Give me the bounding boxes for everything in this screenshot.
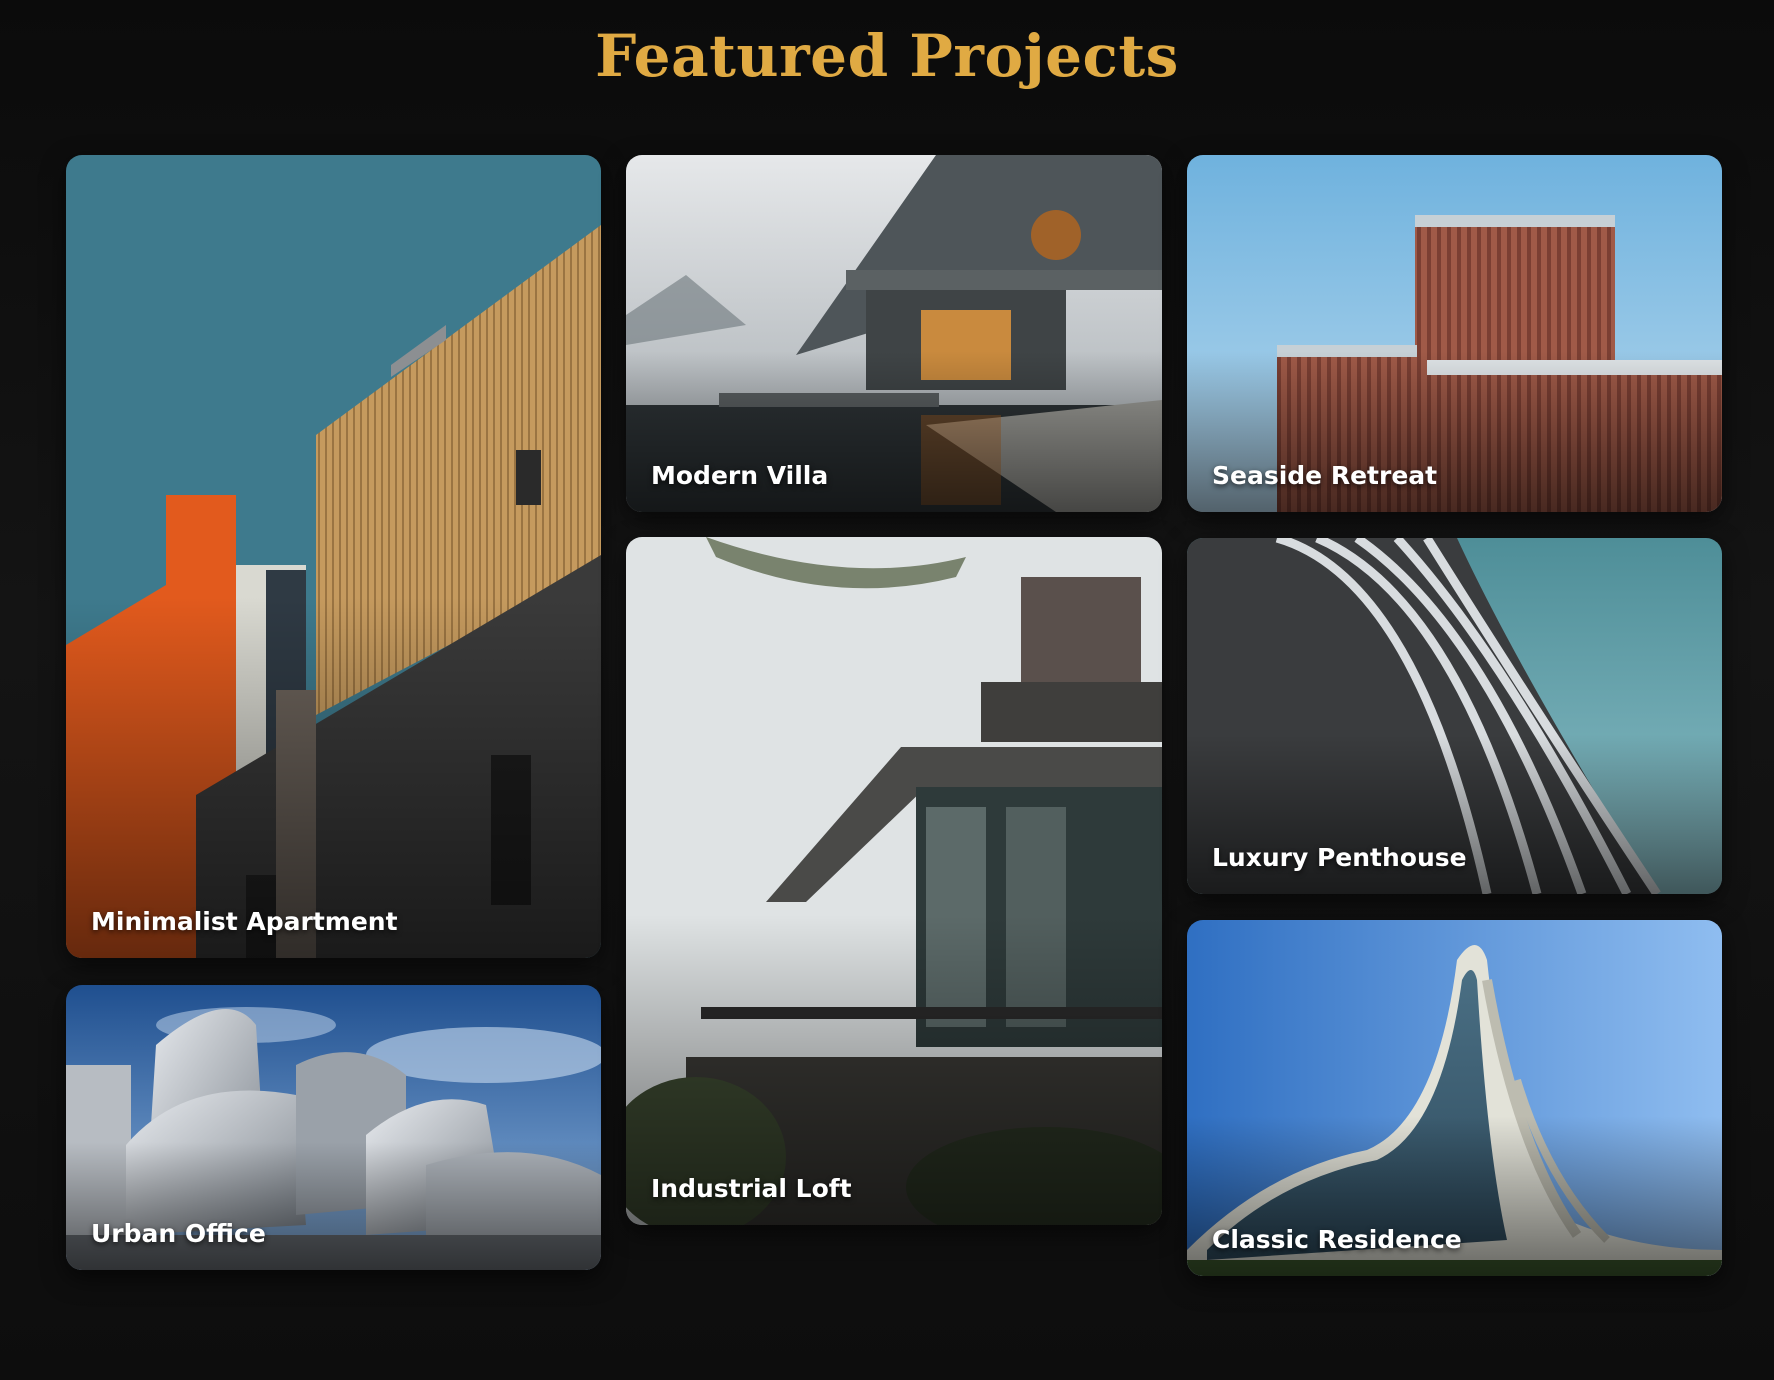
project-image: [626, 155, 1162, 512]
project-title: Seaside Retreat: [1212, 461, 1438, 490]
project-image: [1187, 920, 1722, 1276]
project-title: Classic Residence: [1212, 1225, 1462, 1254]
project-title: Luxury Penthouse: [1212, 843, 1467, 872]
project-card-industrial-loft[interactable]: Industrial Loft: [626, 537, 1162, 1225]
section-title: Featured Projects: [595, 22, 1179, 90]
project-card-minimalist-apartment[interactable]: Minimalist Apartment: [66, 155, 601, 958]
project-card-seaside-retreat[interactable]: Seaside Retreat: [1187, 155, 1722, 512]
project-card-luxury-penthouse[interactable]: Luxury Penthouse: [1187, 538, 1722, 894]
project-image: [1187, 538, 1722, 894]
project-image: [626, 537, 1162, 1225]
project-title: Modern Villa: [651, 461, 829, 490]
project-card-modern-villa[interactable]: Modern Villa: [626, 155, 1162, 512]
project-title: Industrial Loft: [651, 1174, 852, 1203]
project-title: Minimalist Apartment: [91, 907, 398, 936]
project-image: [66, 155, 601, 958]
project-card-urban-office[interactable]: Urban Office: [66, 985, 601, 1270]
project-title: Urban Office: [91, 1219, 266, 1248]
project-image: [1187, 155, 1722, 512]
project-card-classic-residence[interactable]: Classic Residence: [1187, 920, 1722, 1276]
